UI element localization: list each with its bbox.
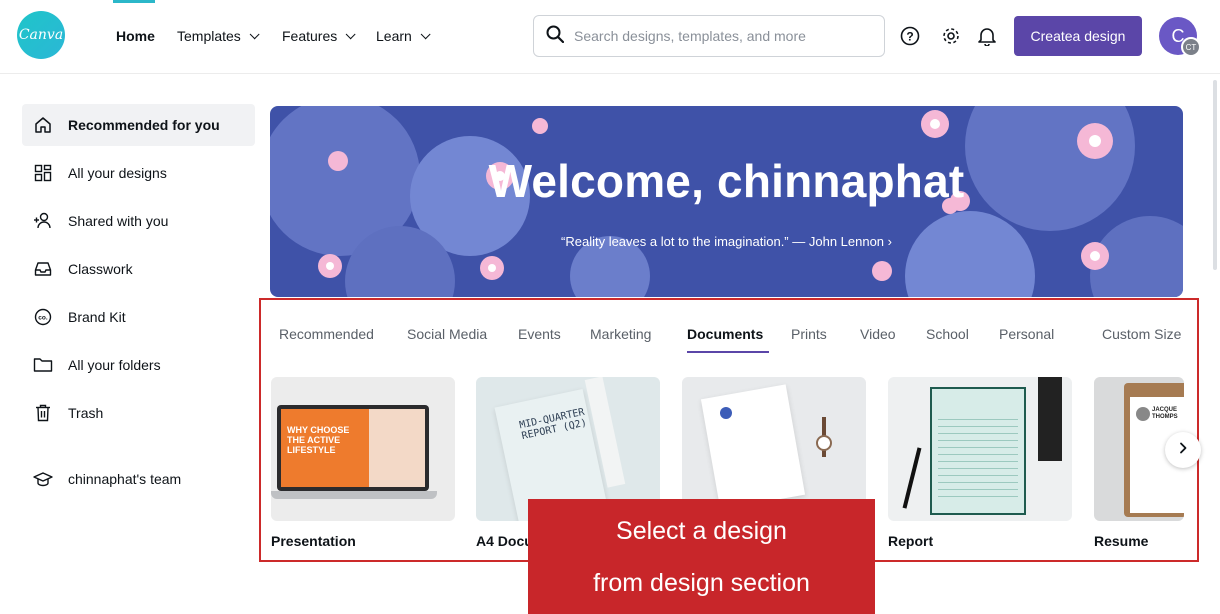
sidebar-item-trash[interactable]: Trash [22,392,255,434]
shared-users-icon [32,210,54,232]
canva-home-page: Canva Home Templates Features Learn ? [0,0,1220,614]
slide-text: WHY CHOOSE THE ACTIVE LIFESTYLE [287,425,350,455]
trash-icon [32,402,54,424]
search-icon [546,25,565,48]
tab-social-media[interactable]: Social Media [407,326,487,342]
sidebar: Recommended for you All your designs Sha… [22,104,255,506]
page-scrollbar[interactable] [1213,80,1217,270]
design-category-tabs: Recommended Social Media Events Marketin… [279,324,1189,358]
sidebar-item-label: chinnaphat's team [68,471,182,487]
nav-templates[interactable]: Templates [177,28,260,44]
sidebar-item-folders[interactable]: All your folders [22,344,255,386]
nav-learn-label: Learn [376,28,412,44]
report-table [938,413,1018,503]
nav-features[interactable]: Features [282,28,356,44]
presentation-thumbnail: WHY CHOOSE THE ACTIVE LIFESTYLE [271,377,455,521]
sidebar-item-label: Recommended for you [68,117,220,133]
sidebar-item-label: All your folders [68,357,161,373]
watch-face [816,435,832,451]
nav-features-label: Features [282,28,338,44]
report-thumbnail [888,377,1072,521]
tab-video[interactable]: Video [860,326,896,342]
nav-home-label: Home [116,28,155,44]
laptop-base [271,491,437,499]
pen [902,447,922,509]
welcome-quote-link[interactable]: “Reality leaves a lot to the imagination… [270,234,1183,249]
tab-recommended[interactable]: Recommended [279,326,374,342]
home-icon [32,114,54,136]
notifications-bell-icon[interactable] [976,25,998,47]
sidebar-item-label: Brand Kit [68,309,126,325]
nav-learn[interactable]: Learn [376,28,431,44]
sidebar-item-label: Classwork [68,261,133,277]
inbox-icon [32,258,54,280]
design-card-presentation[interactable]: WHY CHOOSE THE ACTIVE LIFESTYLE Presenta… [271,377,455,549]
sidebar-item-recommended[interactable]: Recommended for you [22,104,255,146]
tab-custom-size[interactable]: Custom Size [1102,326,1181,342]
black-object [1038,377,1062,461]
sidebar-item-label: Shared with you [68,213,169,229]
chevron-right-icon [1178,441,1188,459]
callout-line-2: from design section [593,569,810,597]
resume-photo [1136,407,1150,421]
chevron-down-icon [345,28,356,39]
grid-icon [32,162,54,184]
sidebar-item-label: All your designs [68,165,167,181]
tab-personal[interactable]: Personal [999,326,1054,342]
carousel-next-button[interactable] [1165,432,1201,468]
nav-home[interactable]: Home [116,28,155,44]
design-card-report[interactable]: Report [888,377,1072,549]
top-navigation: Canva Home Templates Features Learn ? [0,0,1220,74]
create-design-button[interactable]: Createa design [1014,16,1142,56]
chevron-down-icon [249,28,260,39]
welcome-banner: Welcome, chinnaphat “Reality leaves a lo… [270,106,1183,297]
brand-kit-icon: co. [32,306,54,328]
chevron-down-icon [420,28,431,39]
sidebar-item-shared[interactable]: Shared with you [22,200,255,242]
letter-sheet [700,384,806,510]
sidebar-item-team[interactable]: chinnaphat's team [22,458,255,500]
tab-events[interactable]: Events [518,326,561,342]
sidebar-item-all-designs[interactable]: All your designs [22,152,255,194]
tab-school[interactable]: School [926,326,969,342]
slide-photo [369,409,425,487]
tab-marketing[interactable]: Marketing [590,326,651,342]
sidebar-item-label: Trash [68,405,104,421]
search-bar[interactable] [533,15,885,57]
letter-logo [720,407,732,419]
card-label: Resume [1094,533,1149,549]
instruction-callout: Select a design from design section [528,499,875,614]
search-input[interactable] [574,28,864,44]
user-avatar[interactable]: C CT [1159,17,1201,57]
active-tab-underline [687,351,769,353]
card-label: Presentation [271,533,356,549]
team-avatar-badge: CT [1181,37,1201,57]
folder-icon [32,354,54,376]
svg-text:?: ? [906,30,913,44]
welcome-title: Welcome, chinnaphat [488,155,965,207]
tab-documents[interactable]: Documents [687,326,763,342]
help-icon[interactable]: ? [899,25,921,47]
callout-line-1: Select a design [616,517,787,545]
settings-gear-icon[interactable] [940,25,962,47]
resume-name: JACQUE THOMPS [1152,407,1178,420]
nav-templates-label: Templates [177,28,241,44]
sidebar-item-brand-kit[interactable]: co. Brand Kit [22,296,255,338]
sidebar-item-classwork[interactable]: Classwork [22,248,255,290]
svg-text:co.: co. [38,315,48,322]
canva-logo[interactable]: Canva [17,11,65,59]
graduation-cap-icon [32,468,54,490]
card-label: Report [888,533,934,549]
tab-prints[interactable]: Prints [791,326,827,342]
nav-active-indicator [113,0,155,3]
